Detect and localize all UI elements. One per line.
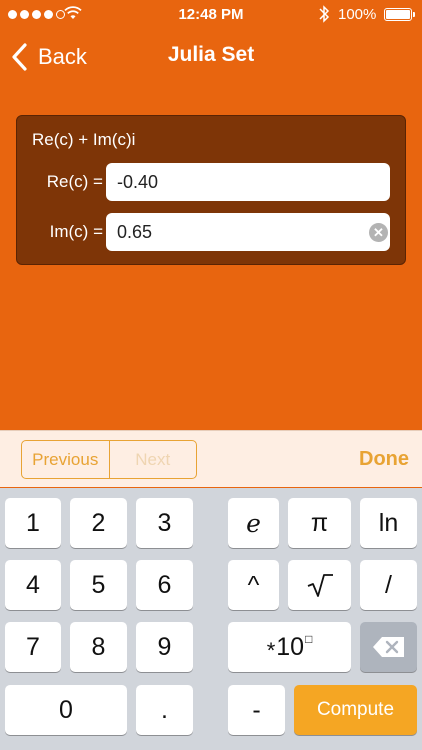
compute-button[interactable]: Compute [294, 685, 417, 735]
imaginary-part-row: Im(c) = ✕ [17, 213, 407, 251]
complex-parameter-panel: Re(c) + Im(c)i Re(c) = Im(c) = ✕ [16, 115, 406, 265]
key-2[interactable]: 2 [70, 498, 127, 548]
key-3[interactable]: 3 [136, 498, 193, 548]
real-part-label: Re(c) = [46, 172, 103, 191]
previous-field-button[interactable]: Previous [22, 441, 110, 478]
backspace-icon [372, 637, 404, 657]
battery-percentage: 100% [338, 6, 377, 23]
square-root-icon [307, 574, 333, 597]
key-5[interactable]: 5 [70, 560, 127, 610]
field-navigation-control: Previous Next [21, 440, 197, 479]
key-divide[interactable]: / [360, 560, 417, 610]
key-backspace[interactable] [360, 622, 417, 672]
key-0[interactable]: 0 [5, 685, 127, 735]
exp-ten-label: 10 [276, 632, 305, 661]
imaginary-part-label: Im(c) = [49, 222, 103, 241]
key-8[interactable]: 8 [70, 622, 127, 672]
key-4[interactable]: 4 [5, 560, 61, 610]
keyboard-accessory-bar: Previous Next Done [0, 430, 422, 487]
key-e[interactable]: e [228, 498, 279, 548]
page-title: Julia Set [167, 43, 255, 66]
exp-placeholder-box: □ [305, 632, 313, 646]
math-keyboard: 1 2 3 e π ln 4 5 6 ^ / 7 8 9 * 10 □ 0 . - … [0, 488, 422, 750]
status-bar: 12:48 PM 100% [0, 0, 422, 30]
done-button[interactable]: Done [359, 448, 409, 471]
real-part-row: Re(c) = [17, 163, 407, 201]
formula-title: Re(c) + Im(c)i [32, 130, 136, 149]
exp-star-label: * [266, 638, 276, 663]
key-1[interactable]: 1 [5, 498, 61, 548]
bluetooth-icon [319, 5, 330, 23]
real-part-input[interactable] [106, 163, 390, 201]
battery-icon [384, 8, 415, 21]
key-power[interactable]: ^ [228, 560, 279, 610]
key-minus[interactable]: - [228, 685, 285, 735]
key-decimal-point[interactable]: . [136, 685, 193, 735]
key-ln[interactable]: ln [360, 498, 417, 548]
key-pi[interactable]: π [288, 498, 351, 548]
navigation-bar: Back Julia Set [0, 30, 422, 84]
imaginary-part-input[interactable] [106, 213, 390, 251]
clear-text-icon[interactable]: ✕ [369, 223, 388, 242]
key-square-root[interactable] [288, 560, 351, 610]
key-times-ten-power[interactable]: * 10 □ [228, 622, 351, 672]
key-6[interactable]: 6 [136, 560, 193, 610]
key-7[interactable]: 7 [5, 622, 61, 672]
next-field-button[interactable]: Next [110, 441, 197, 478]
key-9[interactable]: 9 [136, 622, 193, 672]
